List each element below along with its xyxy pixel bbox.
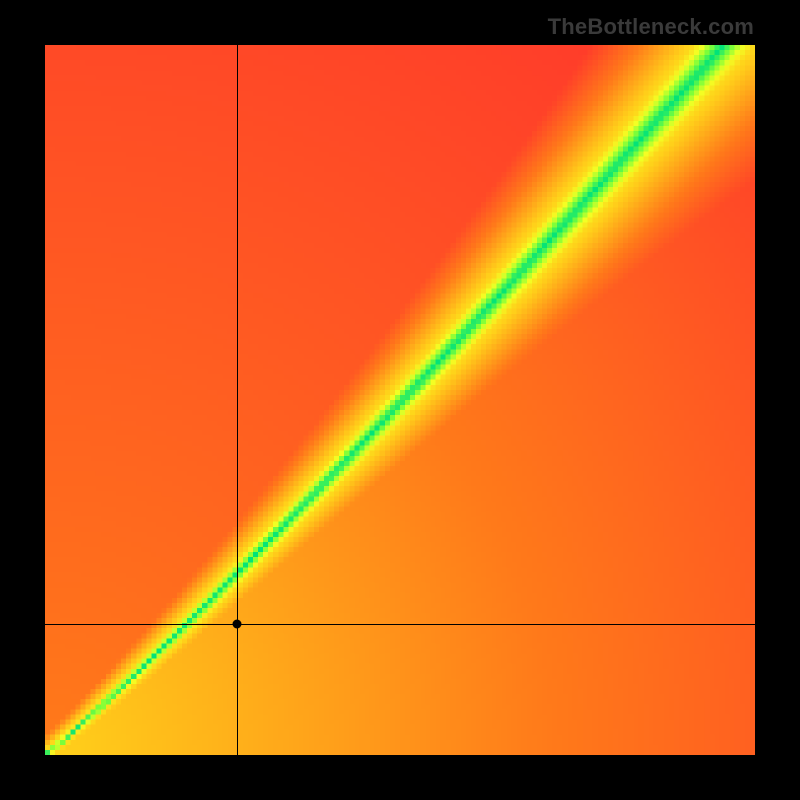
chart-frame: TheBottleneck.com [0,0,800,800]
crosshair-horizontal [45,624,755,625]
selection-marker [232,619,241,628]
bottleneck-heatmap [45,45,755,755]
watermark-text: TheBottleneck.com [548,14,754,40]
crosshair-vertical [237,45,238,755]
plot-area [45,45,755,755]
